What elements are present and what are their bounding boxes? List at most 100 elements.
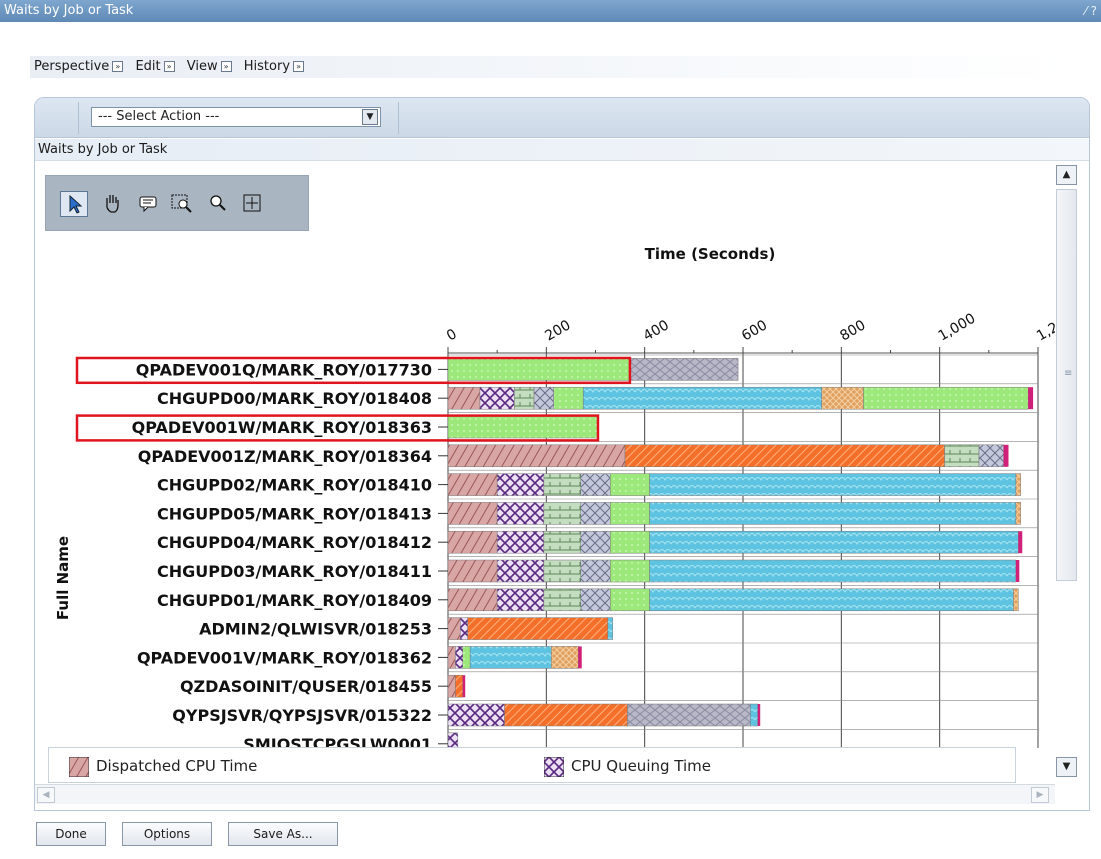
x-tick-label: 800: [837, 317, 868, 344]
x-tick-label: 200: [542, 317, 573, 344]
bar-segment: [582, 386, 822, 410]
bar-segment: [1015, 473, 1022, 496]
bar-segment: [447, 530, 498, 554]
bar-segment: [944, 444, 980, 468]
bar-segment: [1015, 560, 1020, 582]
x-tick-label: 600: [739, 317, 770, 344]
bar-segment: [496, 530, 545, 554]
legend-swatch: [544, 756, 564, 777]
bar-segment: [610, 588, 650, 612]
bar-segment: [543, 588, 581, 612]
legend-item-dispatched[interactable]: Dispatched CPU Time: [69, 756, 257, 777]
y-tick-label: CHGUPD00/MARK_ROY/018408: [157, 389, 432, 408]
zoom-icon[interactable]: [204, 191, 232, 217]
bar-segment: [447, 386, 481, 410]
menu-edit[interactable]: Edit»: [135, 56, 178, 78]
y-tick-label: CHGUPD03/MARK_ROY/018411: [157, 562, 432, 581]
y-tick-label: QPADEV001Z/MARK_ROY/018364: [138, 447, 432, 466]
bar-segment: [496, 473, 545, 496]
menu-view-label: View: [186, 59, 218, 74]
bar-segment: [514, 386, 535, 410]
expand-arrow-icon[interactable]: »: [112, 61, 124, 72]
bar-segment: [610, 559, 650, 583]
bar-segment: [649, 473, 1017, 496]
y-tick-label: QPADEV001Q/MARK_ROY/017730: [136, 360, 432, 379]
select-action-dropdown[interactable]: --- Select Action --- ▼: [91, 107, 381, 127]
bar-segment: [1003, 444, 1009, 467]
pointer-icon[interactable]: [60, 191, 88, 217]
bar-segment: [460, 617, 468, 640]
bar-segment: [469, 646, 552, 669]
menu-history[interactable]: History»: [244, 56, 308, 78]
bar-segment: [447, 358, 631, 381]
bar-segment: [580, 588, 611, 612]
grip-icon: ≡: [1064, 368, 1073, 379]
menu-view[interactable]: View»: [187, 56, 236, 78]
tooltip-icon[interactable]: [134, 191, 162, 217]
menu-perspective[interactable]: Perspective»: [34, 56, 127, 78]
divider: [398, 102, 399, 134]
bar-segment: [580, 473, 611, 496]
bar-segment: [624, 444, 945, 468]
bar-segment: [479, 386, 515, 410]
bar-segment: [543, 502, 581, 525]
chevron-down-icon[interactable]: ▼: [362, 109, 378, 125]
bar-segment: [580, 530, 611, 554]
menu-edit-label: Edit: [135, 59, 161, 74]
bar-segment: [447, 559, 498, 583]
expand-arrow-icon[interactable]: »: [293, 61, 305, 72]
bar-segment: [578, 646, 582, 669]
bar-segment: [543, 473, 581, 496]
bar-segment: [863, 386, 1029, 410]
done-button[interactable]: Done: [36, 822, 106, 846]
hand-icon[interactable]: [98, 191, 126, 217]
menu-bar: Perspective» Edit» View» History»: [30, 56, 1070, 78]
bar-segment: [629, 358, 739, 381]
x-tick-label: 400: [641, 317, 672, 344]
bar-segment: [750, 703, 758, 727]
bar-segment: [447, 502, 498, 525]
bar-segment: [455, 646, 463, 669]
bar-segment: [610, 530, 650, 554]
legend-label: CPU Queuing Time: [571, 757, 711, 775]
bar-segment: [504, 703, 628, 727]
bar-segment: [551, 646, 579, 669]
y-tick-label: CHGUPD04/MARK_ROY/018412: [157, 533, 432, 552]
chart-portlet: --- Select Action --- ▼ Waits by Job or …: [34, 97, 1090, 811]
bar-segment: [610, 502, 650, 525]
scroll-right-icon[interactable]: ▶: [1031, 787, 1049, 803]
zoom-box-icon[interactable]: [168, 191, 196, 217]
bar-segment: [627, 703, 751, 727]
legend-item-queuing[interactable]: CPU Queuing Time: [544, 756, 711, 777]
window-title: Waits by Job or Task: [4, 3, 134, 18]
portlet-subtitle: Waits by Job or Task: [35, 139, 1089, 161]
bar-segment: [496, 588, 545, 612]
y-tick-label: CHGUPD02/MARK_ROY/018410: [157, 476, 432, 495]
y-tick-label: CHGUPD05/MARK_ROY/018413: [157, 504, 432, 523]
bar-segment: [462, 675, 466, 698]
save-as-button[interactable]: Save As...: [228, 822, 338, 846]
bar-segment: [462, 646, 471, 669]
bar-segment: [649, 559, 1017, 583]
divider: [78, 102, 79, 134]
expand-arrow-icon[interactable]: »: [220, 61, 232, 72]
scroll-up-icon[interactable]: ▲: [1056, 165, 1077, 185]
bar-segment: [757, 704, 761, 726]
options-button[interactable]: Options: [122, 822, 212, 846]
expand-arrow-icon[interactable]: »: [163, 61, 175, 72]
bar-segment: [447, 703, 505, 727]
bar-segment: [553, 386, 584, 410]
y-tick-label: QPADEV001V/MARK_ROY/018362: [137, 648, 432, 667]
bar-segment: [447, 588, 498, 612]
vertical-scrollbar[interactable]: ▲ ≡ ▼: [1056, 165, 1080, 785]
bar-segment: [467, 617, 609, 640]
fit-icon[interactable]: [238, 191, 266, 217]
action-bar: --- Select Action --- ▼: [35, 98, 1089, 138]
select-action-value: --- Select Action ---: [98, 109, 220, 124]
scroll-left-icon[interactable]: ◀: [37, 787, 55, 803]
horizontal-scrollbar[interactable]: ◀ ▶: [35, 784, 1055, 804]
scroll-thumb[interactable]: ≡: [1056, 189, 1077, 581]
scroll-down-icon[interactable]: ▼: [1056, 757, 1077, 777]
bar-segment: [1018, 531, 1023, 554]
titlebar-icons[interactable]: ⁄ ?: [1085, 0, 1097, 22]
